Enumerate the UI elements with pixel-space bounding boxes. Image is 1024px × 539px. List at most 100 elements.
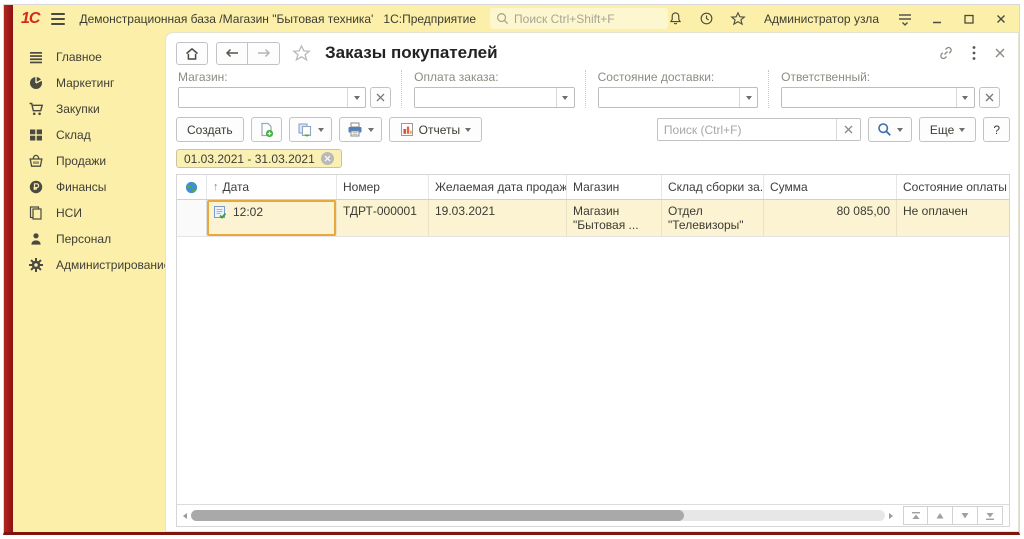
forward-button[interactable] bbox=[248, 42, 280, 65]
create-button[interactable]: Создать bbox=[176, 117, 244, 142]
favorite-star-icon[interactable] bbox=[292, 44, 311, 63]
global-search-input[interactable] bbox=[514, 12, 662, 26]
app-name: 1С:Предприятие bbox=[383, 12, 476, 26]
create-new-button[interactable] bbox=[251, 117, 282, 142]
advanced-search-button[interactable] bbox=[868, 117, 912, 142]
data-exchange-column-header[interactable] bbox=[177, 175, 207, 199]
magnifier-icon bbox=[877, 122, 892, 137]
column-header-warehouse[interactable]: Склад сборки за... bbox=[662, 175, 764, 199]
favorites-star-icon[interactable] bbox=[730, 11, 746, 27]
go-to-first-button[interactable] bbox=[903, 506, 928, 525]
copy-button[interactable] bbox=[289, 117, 332, 142]
go-to-last-icon bbox=[984, 511, 996, 521]
horizontal-scrollbar[interactable] bbox=[191, 510, 885, 521]
sidebar-item-marketing[interactable]: Маркетинг bbox=[13, 70, 165, 96]
back-button[interactable] bbox=[216, 42, 248, 65]
responsible-clear-button[interactable] bbox=[979, 87, 1000, 108]
payment-combo[interactable] bbox=[414, 87, 574, 108]
shop-input[interactable] bbox=[179, 88, 347, 107]
close-form-icon[interactable] bbox=[994, 47, 1006, 59]
scroll-left-icon[interactable] bbox=[183, 513, 187, 519]
sidebar-item-purchases[interactable]: Закупки bbox=[13, 96, 165, 122]
orders-form: Заказы покупателей Магазин: bbox=[165, 32, 1019, 532]
more-button[interactable]: Еще bbox=[919, 117, 976, 142]
sidebar-item-finance[interactable]: Финансы bbox=[13, 174, 165, 200]
basket-icon bbox=[28, 153, 44, 169]
table-row[interactable]: 12:02 ТДРТ-000001 19.03.2021 Магазин "Бы… bbox=[177, 200, 1009, 237]
sidebar-item-warehouse[interactable]: Склад bbox=[13, 122, 165, 148]
notifications-bell-icon[interactable] bbox=[668, 11, 683, 26]
chevron-down-icon bbox=[368, 128, 374, 132]
column-header-shop[interactable]: Магазин bbox=[567, 175, 662, 199]
main-menu-icon[interactable] bbox=[51, 13, 65, 25]
responsible-combo[interactable] bbox=[781, 87, 975, 108]
delivery-input[interactable] bbox=[599, 88, 739, 107]
cell-sum[interactable]: 80 085,00 bbox=[764, 200, 897, 236]
cell-number[interactable]: ТДРТ-000001 bbox=[337, 200, 429, 236]
sidebar-item-main[interactable]: Главное bbox=[13, 44, 165, 70]
chevron-down-icon[interactable] bbox=[739, 88, 757, 107]
triangle-up-icon bbox=[934, 511, 946, 521]
scrollbar-thumb[interactable] bbox=[191, 510, 684, 521]
cell-date-selected[interactable]: 12:02 bbox=[207, 200, 337, 236]
column-header-date[interactable]: ↑Дата bbox=[207, 175, 337, 199]
link-icon[interactable] bbox=[938, 45, 954, 61]
more-dots-icon[interactable] bbox=[972, 45, 976, 61]
cell-shop[interactable]: Магазин "Бытовая ... bbox=[567, 200, 662, 236]
cell-payment-status[interactable]: Не оплачен bbox=[897, 200, 1009, 236]
left-accent-strip bbox=[4, 5, 13, 532]
history-clock-icon[interactable] bbox=[699, 11, 714, 26]
reports-button[interactable]: Отчеты bbox=[389, 117, 482, 142]
scroll-right-icon[interactable] bbox=[889, 513, 893, 519]
close-window-button[interactable] bbox=[993, 11, 1009, 27]
form-header: Заказы покупателей bbox=[176, 39, 1010, 67]
home-button[interactable] bbox=[176, 42, 208, 65]
print-button[interactable] bbox=[339, 117, 382, 142]
sidebar-item-sales[interactable]: Продажи bbox=[13, 148, 165, 174]
back-arrow-icon bbox=[225, 48, 239, 58]
grid-icon bbox=[28, 127, 44, 143]
column-header-payment-status[interactable]: Состояние оплаты bbox=[897, 175, 1009, 199]
maximize-button[interactable] bbox=[961, 11, 977, 27]
sidebar-item-administration[interactable]: Администрирование bbox=[13, 252, 165, 278]
shop-combo[interactable] bbox=[178, 87, 366, 108]
chevron-down-icon bbox=[897, 128, 903, 132]
chevron-down-icon bbox=[465, 128, 471, 132]
report-chart-icon bbox=[400, 122, 414, 137]
person-icon bbox=[28, 231, 44, 247]
shop-clear-button[interactable] bbox=[370, 87, 391, 108]
column-header-number[interactable]: Номер bbox=[337, 175, 429, 199]
delivery-combo[interactable] bbox=[598, 87, 758, 108]
current-user[interactable]: Администратор узла bbox=[764, 12, 879, 26]
go-to-last-button[interactable] bbox=[978, 506, 1003, 525]
ruble-circle-icon bbox=[28, 179, 44, 195]
search-clear-button[interactable] bbox=[836, 119, 860, 140]
remove-filter-icon[interactable] bbox=[321, 152, 334, 165]
cell-desired-date[interactable]: 19.03.2021 bbox=[429, 200, 567, 236]
help-button[interactable]: ? bbox=[983, 117, 1010, 142]
table-search[interactable] bbox=[657, 118, 861, 141]
period-filter-tag[interactable]: 01.03.2021 - 31.03.2021 bbox=[176, 149, 342, 168]
panel-settings-icon[interactable] bbox=[897, 12, 913, 26]
row-marker-cell[interactable] bbox=[177, 200, 207, 236]
move-down-button[interactable] bbox=[953, 506, 978, 525]
sidebar-item-nsi[interactable]: НСИ bbox=[13, 200, 165, 226]
column-header-sum[interactable]: Сумма bbox=[764, 175, 897, 199]
chevron-down-icon[interactable] bbox=[556, 88, 574, 107]
table-empty-area bbox=[177, 237, 1009, 504]
cell-warehouse[interactable]: Отдел "Телевизоры" bbox=[662, 200, 764, 236]
column-header-desired-date[interactable]: Желаемая дата продажи bbox=[429, 175, 567, 199]
table-search-input[interactable] bbox=[658, 123, 836, 137]
gear-icon bbox=[28, 257, 44, 273]
minimize-button[interactable] bbox=[929, 11, 945, 27]
global-search[interactable] bbox=[490, 8, 668, 29]
chevron-down-icon[interactable] bbox=[347, 88, 365, 107]
move-up-button[interactable] bbox=[928, 506, 953, 525]
filter-payment: Оплата заказа: bbox=[401, 70, 584, 108]
command-bar: Создать Отчеты bbox=[176, 117, 1010, 142]
sidebar-item-personnel[interactable]: Персонал bbox=[13, 226, 165, 252]
chevron-down-icon[interactable] bbox=[956, 88, 974, 107]
responsible-input[interactable] bbox=[782, 88, 956, 107]
payment-input[interactable] bbox=[415, 88, 555, 107]
clear-x-icon bbox=[844, 125, 853, 134]
